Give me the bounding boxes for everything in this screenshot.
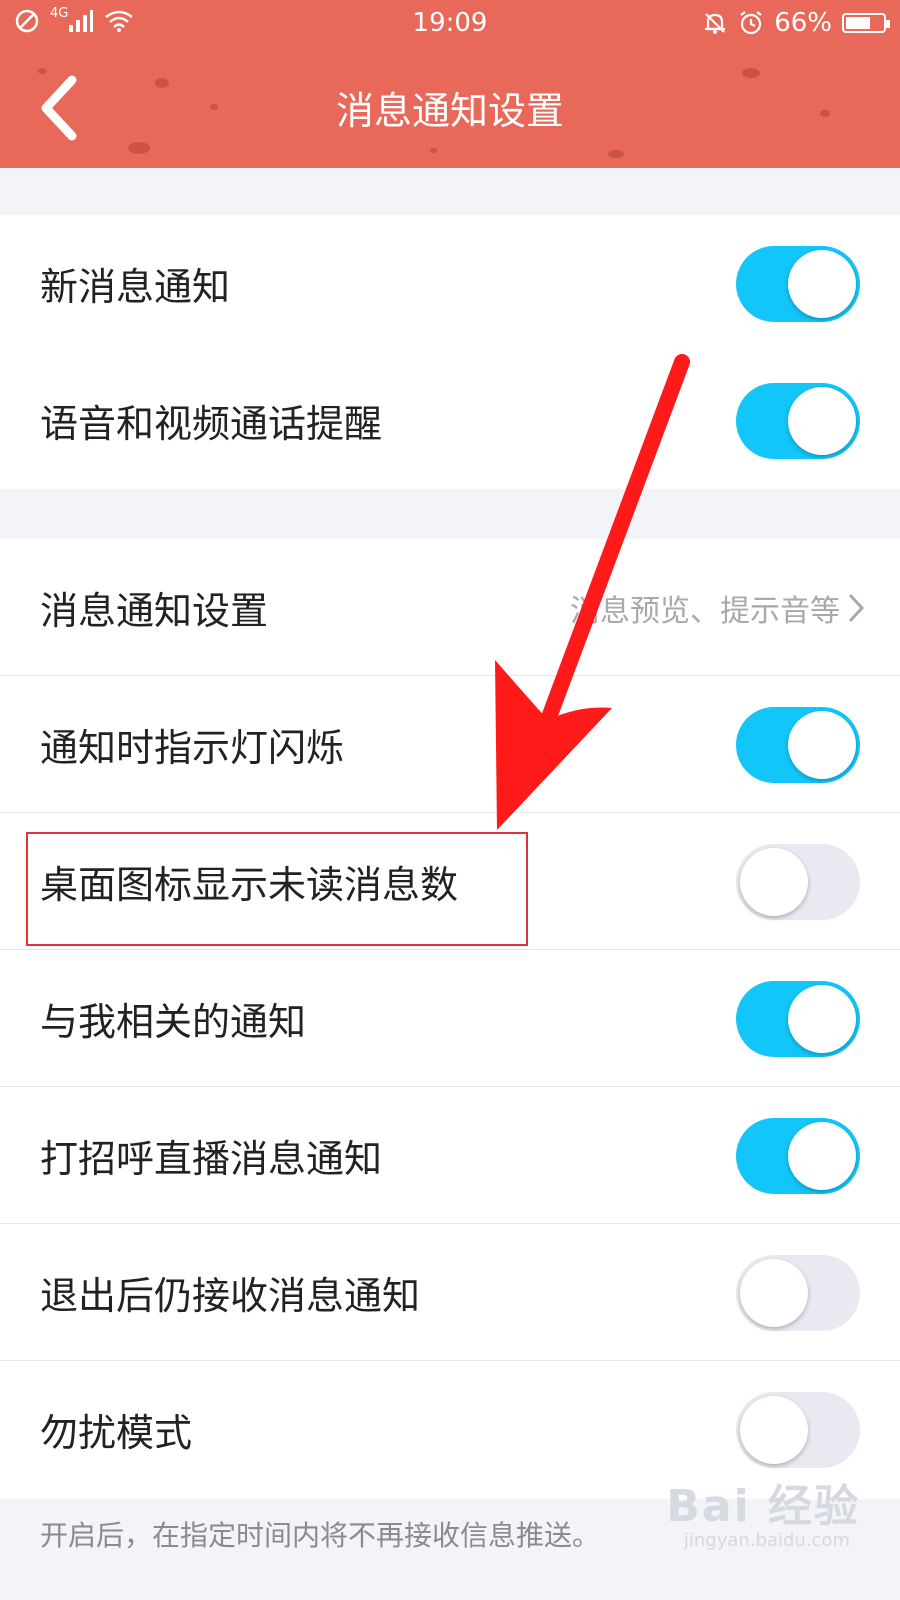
annotation-arrow [495, 354, 690, 830]
